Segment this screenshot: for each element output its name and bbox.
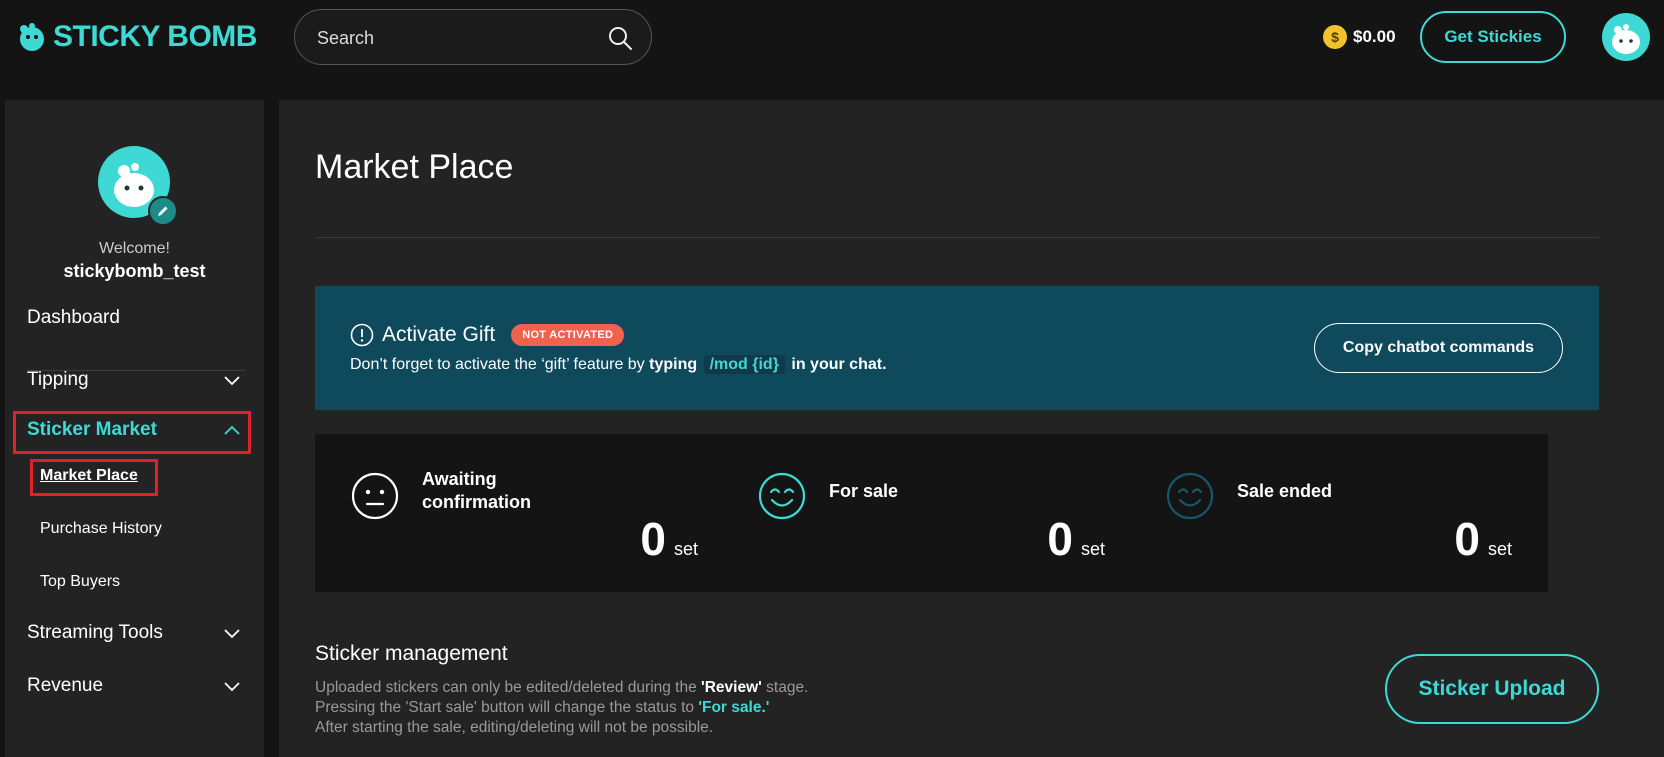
- banner-title: Activate Gift: [382, 323, 496, 346]
- page-title: Market Place: [315, 148, 514, 186]
- stat-number: 0: [1047, 513, 1073, 565]
- stat-label: Awaiting confirmation: [422, 468, 531, 514]
- sidebar-item-tipping[interactable]: Tipping: [27, 365, 245, 395]
- stat-label-line: confirmation: [422, 492, 532, 512]
- sidebar: Welcome! stickybomb_test Dashboard Tippi…: [5, 100, 264, 757]
- stat-unit: set: [1080, 539, 1105, 559]
- brand-name: STICKY BOMB: [53, 20, 257, 53]
- balance-amount: $0.00: [1353, 27, 1396, 46]
- balance-display: $ $0.00: [1323, 23, 1396, 51]
- status-badge: NOT ACTIVATED: [511, 324, 625, 346]
- note-line: After starting the sale, editing/deletin…: [315, 719, 714, 736]
- banner-desc-typing: typing: [649, 356, 698, 373]
- user-avatar[interactable]: [1602, 13, 1650, 61]
- section-title: Sticker management: [315, 642, 508, 665]
- stat-card-for-sale: For sale 0 set: [722, 434, 1141, 592]
- sidebar-subitem-top-buyers[interactable]: Top Buyers: [40, 573, 120, 591]
- smile-face-icon: [758, 472, 806, 520]
- neutral-face-icon: [351, 472, 399, 520]
- note-text: Pressing the 'Start sale' button will ch…: [315, 699, 694, 716]
- sidebar-item-dashboard[interactable]: Dashboard: [27, 303, 245, 333]
- note-text: stage.: [766, 679, 809, 696]
- stat-value: 0 set: [1454, 512, 1512, 566]
- management-notes: Uploaded stickers can only be edited/del…: [315, 678, 808, 738]
- stat-card-sale-ended: Sale ended 0 set: [1130, 434, 1548, 592]
- search-bar[interactable]: [294, 9, 652, 65]
- stat-unit: set: [1487, 539, 1512, 559]
- stat-label: Sale ended: [1237, 481, 1333, 501]
- chevron-down-icon: [224, 376, 240, 386]
- sidebar-item-label: Streaming Tools: [27, 622, 163, 643]
- banner-desc-text: Don’t forget to activate the ‘gift’ feat…: [350, 356, 645, 373]
- sidebar-item-revenue[interactable]: Revenue: [27, 671, 245, 701]
- main-content: Market Place Activate Gift NOT ACTIVATED…: [279, 100, 1664, 757]
- top-header: STICKY BOMB $ $0.00 Get Stickies: [0, 0, 1664, 93]
- search-icon[interactable]: [607, 25, 633, 51]
- stat-number: 0: [1454, 513, 1480, 565]
- dim-smile-face-icon: [1166, 472, 1214, 520]
- chevron-down-icon: [224, 629, 240, 639]
- banner-description: Don’t forget to activate the ‘gift’ feat…: [350, 355, 887, 374]
- stat-label-line: Awaiting: [422, 469, 497, 489]
- info-icon: [350, 323, 374, 347]
- brand-logo[interactable]: STICKY BOMB: [17, 20, 257, 53]
- banner-desc-suffix: in your chat.: [791, 356, 887, 373]
- note-highlight: 'Review': [701, 679, 762, 696]
- chevron-down-icon: [224, 682, 240, 692]
- pencil-icon: [158, 206, 168, 216]
- sticker-upload-button[interactable]: Sticker Upload: [1385, 654, 1599, 724]
- stat-value: 0 set: [1047, 512, 1105, 566]
- sidebar-item-label: Revenue: [27, 675, 104, 696]
- edit-profile-button[interactable]: [148, 196, 178, 226]
- bear-logo-icon: [20, 23, 44, 51]
- note-highlight: 'For sale.': [698, 699, 770, 716]
- get-stickies-button[interactable]: Get Stickies: [1420, 11, 1566, 63]
- sidebar-item-label: Tipping: [27, 369, 89, 390]
- welcome-text: Welcome!: [99, 240, 170, 257]
- stat-label: For sale: [829, 481, 899, 501]
- banner-title-row: Activate Gift NOT ACTIVATED: [350, 323, 625, 347]
- highlight-box: [30, 459, 158, 496]
- command-code: /mod {id}: [703, 355, 785, 374]
- bear-avatar-icon: [1612, 24, 1640, 54]
- highlight-box: [13, 411, 251, 454]
- activate-gift-banner: Activate Gift NOT ACTIVATED Don’t forget…: [315, 286, 1599, 410]
- stat-value: 0 set: [640, 512, 698, 566]
- note-text: Uploaded stickers can only be edited/del…: [315, 679, 697, 696]
- sidebar-item-label: Dashboard: [27, 307, 120, 328]
- note-line: Uploaded stickers can only be edited/del…: [315, 678, 808, 698]
- coin-icon: $: [1323, 25, 1347, 49]
- username: stickybomb_test: [63, 261, 206, 281]
- sidebar-item-streaming-tools[interactable]: Streaming Tools: [27, 618, 245, 648]
- sidebar-subitem-purchase-history[interactable]: Purchase History: [40, 520, 162, 538]
- search-input[interactable]: [317, 24, 587, 52]
- stat-unit: set: [673, 539, 698, 559]
- copy-chatbot-commands-button[interactable]: Copy chatbot commands: [1314, 323, 1563, 373]
- note-line: Pressing the 'Start sale' button will ch…: [315, 698, 808, 718]
- stat-number: 0: [640, 513, 666, 565]
- stat-card-awaiting: Awaiting confirmation 0 set: [315, 434, 734, 592]
- title-divider: [315, 237, 1599, 238]
